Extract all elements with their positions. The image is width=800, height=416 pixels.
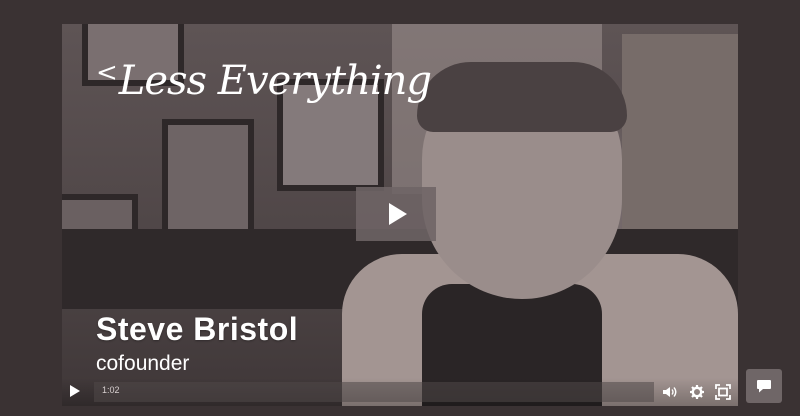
gear-icon[interactable] <box>688 383 706 401</box>
chat-icon <box>757 379 771 392</box>
logo-text: Less Everything <box>118 58 432 104</box>
logo-caret: < <box>96 58 118 88</box>
play-icon[interactable] <box>70 385 80 397</box>
fullscreen-icon[interactable] <box>714 383 732 401</box>
progress-bar[interactable] <box>94 382 654 402</box>
play-icon <box>389 203 407 225</box>
brand-logo: <Less Everything <box>96 58 432 104</box>
person-name: Steve Bristol <box>96 311 299 347</box>
chat-button[interactable] <box>746 369 782 403</box>
wall-poster <box>622 34 738 244</box>
video-player[interactable]: <Less Everything Steve Bristol cofounder… <box>62 24 738 406</box>
time-display: 1:02 <box>102 385 120 395</box>
control-bar: 1:02 <box>62 378 738 406</box>
big-play-button[interactable] <box>356 187 436 241</box>
person-hair <box>417 62 627 132</box>
person-role: cofounder <box>96 352 190 375</box>
volume-icon[interactable] <box>660 383 678 401</box>
